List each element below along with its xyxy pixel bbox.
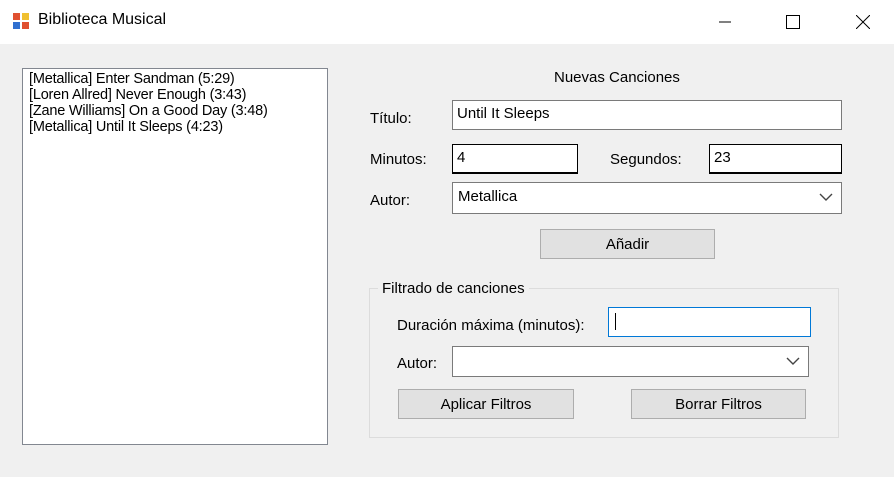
chevron-down-icon[interactable] xyxy=(786,356,800,366)
chevron-down-icon[interactable] xyxy=(819,192,833,202)
filter-author-combobox[interactable] xyxy=(452,346,809,377)
seconds-input[interactable]: 23 xyxy=(709,144,842,174)
maximize-icon xyxy=(786,15,800,29)
new-songs-header: Nuevas Canciones xyxy=(554,69,680,86)
song-listbox[interactable]: [Metallica] Enter Sandman (5:29) [Loren … xyxy=(22,68,328,445)
author-combobox[interactable]: Metallica xyxy=(452,182,842,214)
clear-filters-button[interactable]: Borrar Filtros xyxy=(631,389,806,419)
max-duration-label: Duración máxima (minutos): xyxy=(397,317,585,334)
seconds-label: Segundos: xyxy=(610,151,682,168)
filter-author-label: Autor: xyxy=(397,355,438,372)
filter-group-title: Filtrado de canciones xyxy=(378,280,529,297)
list-item[interactable]: [Metallica] Enter Sandman (5:29) xyxy=(29,71,321,87)
list-item[interactable]: [Loren Allred] Never Enough (3:43) xyxy=(29,87,321,103)
text-caret xyxy=(615,312,616,330)
close-button[interactable] xyxy=(840,0,886,44)
minimize-icon xyxy=(719,21,731,23)
add-button[interactable]: Añadir xyxy=(540,229,715,259)
title-label: Título: xyxy=(370,110,412,127)
minutes-label: Minutos: xyxy=(370,151,427,168)
max-duration-input[interactable] xyxy=(608,307,811,337)
client-area: [Metallica] Enter Sandman (5:29) [Loren … xyxy=(0,44,894,477)
title-input[interactable]: Until It Sleeps xyxy=(452,100,842,130)
list-item[interactable]: [Zane Williams] On a Good Day (3:48) xyxy=(29,103,321,119)
minutes-input[interactable]: 4 xyxy=(452,144,578,174)
author-label: Autor: xyxy=(370,192,411,209)
close-icon xyxy=(856,15,870,29)
app-grid-icon xyxy=(13,13,29,29)
author-combobox-value: Metallica xyxy=(458,188,518,205)
maximize-button[interactable] xyxy=(770,0,816,44)
window-title: Biblioteca Musical xyxy=(38,11,167,28)
apply-filters-button[interactable]: Aplicar Filtros xyxy=(398,389,574,419)
list-item[interactable]: [Metallica] Until It Sleeps (4:23) xyxy=(29,119,321,135)
title-bar[interactable]: Biblioteca Musical xyxy=(0,0,894,44)
minimize-button[interactable] xyxy=(702,0,748,44)
